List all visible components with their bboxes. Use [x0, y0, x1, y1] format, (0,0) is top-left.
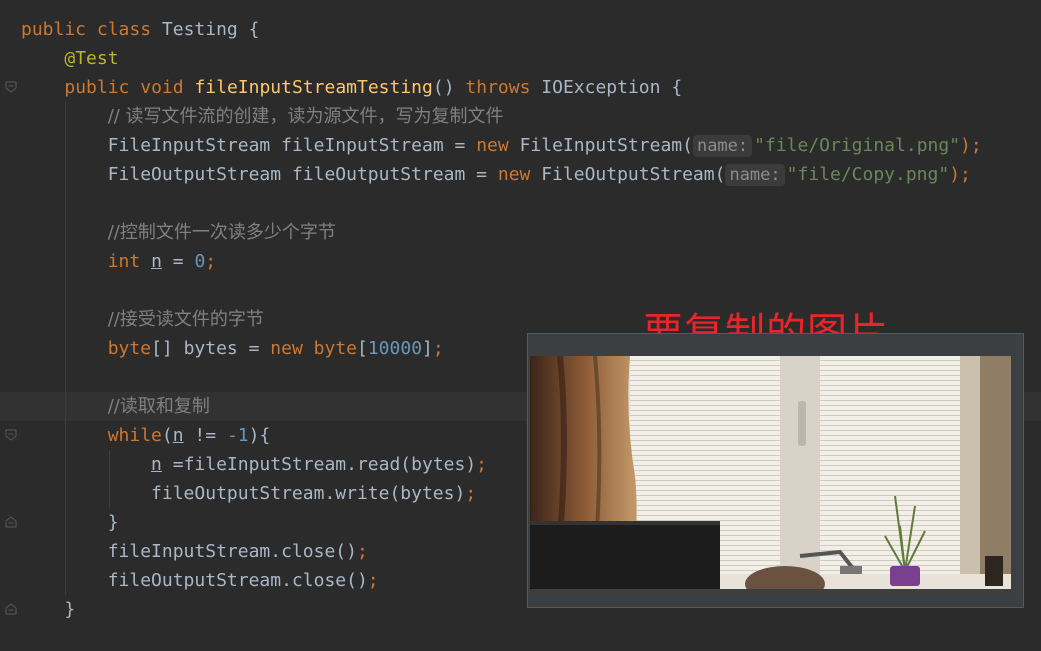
variable: fileInputStream	[281, 135, 444, 156]
keyword: while	[107, 425, 162, 446]
keyword: new	[270, 338, 303, 359]
code-line-comment: // 读写文件流的创建，读为源文件，写为复制文件	[21, 102, 1041, 131]
preview-photo	[530, 356, 1011, 589]
code-line-blank	[21, 189, 1041, 218]
comment: // 读写文件流的创建，读为源文件，写为复制文件	[107, 106, 504, 127]
keyword: new	[476, 135, 509, 156]
code-line-annotation: @Test	[21, 44, 1041, 73]
code-line-int: int n = 0;	[21, 247, 1041, 276]
operator: !=	[183, 425, 227, 446]
keyword: byte	[107, 338, 152, 359]
keyword: public	[21, 19, 87, 40]
declaration: [] bytes =	[151, 338, 260, 359]
method-name: fileInputStreamTesting	[194, 77, 433, 98]
expression: fileOutputStream.close()	[107, 570, 368, 591]
keyword: void	[140, 77, 184, 98]
comment: //读取和复制	[107, 396, 210, 417]
operator: =	[476, 164, 488, 185]
annotation: @Test	[64, 48, 119, 69]
constructor: FileOutputStream(	[541, 164, 726, 185]
keyword: throws	[465, 77, 531, 98]
bracket: [	[357, 338, 368, 359]
statement-end: );	[949, 164, 971, 185]
bracket: ]	[422, 338, 433, 359]
variable: fileOutputStream	[291, 164, 466, 185]
statement-end: ;	[205, 251, 217, 272]
parameter-hint: name:	[692, 135, 753, 157]
type-name: FileInputStream	[107, 135, 271, 156]
statement-end: ;	[432, 338, 444, 359]
paren: ){	[248, 425, 271, 446]
code-line-method-decl: public void fileInputStreamTesting() thr…	[21, 73, 1041, 102]
keyword: class	[96, 19, 152, 40]
fold-marker-icon[interactable]	[5, 516, 17, 528]
code-line-fos: FileOutputStream fileOutputStream = new …	[21, 160, 1041, 189]
expression: =fileInputStream.read(bytes)	[161, 454, 477, 475]
string-literal: "file/Copy.png"	[786, 164, 950, 185]
operator: =	[454, 135, 466, 156]
code-line-class-decl: public class Testing {	[21, 15, 1041, 44]
exception-type: IOException	[541, 77, 661, 98]
statement-end: ;	[367, 570, 379, 591]
operator: =	[172, 251, 184, 272]
expression: fileInputStream.close()	[107, 541, 357, 562]
statement-end: ;	[356, 541, 368, 562]
paren: (	[161, 425, 173, 446]
keyword: new	[497, 164, 531, 185]
keyword: int	[107, 251, 141, 272]
statement-end: ;	[465, 483, 477, 504]
variable: n	[151, 251, 162, 272]
type-name: FileOutputStream	[107, 164, 282, 185]
image-preview-popup[interactable]	[527, 333, 1024, 608]
brace: }	[107, 512, 119, 533]
statement-end: ;	[476, 454, 488, 475]
brace: }	[64, 599, 76, 620]
code-line-comment: //控制文件一次读多少个字节	[21, 218, 1041, 247]
keyword: public	[64, 77, 130, 98]
parameter-hint: name:	[725, 164, 785, 186]
variable: n	[151, 454, 162, 475]
expression: fileOutputStream.write(bytes)	[151, 483, 466, 504]
class-name: Testing	[161, 19, 238, 40]
comment: //控制文件一次读多少个字节	[107, 222, 336, 243]
number-literal: 10000	[367, 338, 423, 359]
keyword: byte	[313, 338, 357, 359]
comment: //接受读文件的字节	[107, 309, 264, 330]
statement-end: );	[960, 135, 982, 156]
brace: {	[248, 19, 260, 40]
editor-gutter	[0, 0, 22, 651]
number-literal: 0	[194, 251, 206, 272]
fold-marker-icon[interactable]	[5, 429, 17, 441]
brace: {	[671, 77, 683, 98]
parens: ()	[432, 77, 455, 98]
variable: n	[172, 425, 184, 446]
number-literal: -1	[226, 425, 249, 446]
fold-marker-icon[interactable]	[5, 603, 17, 615]
constructor: FileInputStream(	[519, 135, 693, 156]
code-line-fis: FileInputStream fileInputStream = new Fi…	[21, 131, 1041, 160]
fold-marker-icon[interactable]	[5, 81, 17, 93]
string-literal: "file/Original.png"	[754, 135, 961, 156]
